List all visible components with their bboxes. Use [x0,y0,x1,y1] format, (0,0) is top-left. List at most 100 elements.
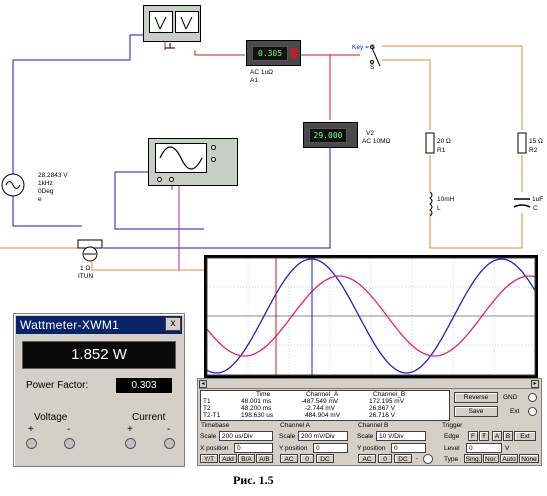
readout-diff-time: 198.630 us [241,412,274,419]
wattmeter-title: Wattmeter-XWM1 [20,318,120,332]
voltage-plus-terminal[interactable] [26,438,37,449]
capacitor-value: 1uF [532,196,544,203]
channel-b-minus-label: - [416,455,419,462]
trigger-normal-button[interactable]: Nor. [483,454,499,463]
readout-t2-label: T2 [203,405,211,412]
edge-rising-button[interactable]: Ŧ [479,431,489,441]
channel-a-dc-button[interactable]: DC [316,454,334,463]
channel-a-ypos-field[interactable]: 0 [313,443,348,453]
switch-key-label: Key = S [352,44,375,51]
timebase-scale-label: Scale [200,433,217,440]
r1-value: 20 Ω [437,138,451,145]
channel-b-title: Channel B [358,422,389,429]
trigger-single-button[interactable]: Sing. [464,454,482,463]
voltmeter[interactable]: 29.000 [303,122,358,148]
capacitor-name: C [533,205,538,212]
wattmeter-title-bar[interactable]: Wattmeter-XWM1 [16,316,182,334]
wattmeter-reading: 1.852 W [22,341,176,369]
voltage-plus-label: + [28,424,34,435]
trigger-level-label: Level [444,445,460,452]
trigger-source-ext-button[interactable]: Ext [514,431,536,441]
ammeter[interactable]: 0.305 [246,40,301,66]
trigger-level-field[interactable]: 0 [466,443,502,453]
osc-terminal-b[interactable] [169,177,174,182]
current-plus-terminal[interactable] [125,438,136,449]
figure-caption: Рис. 1.5 [233,473,274,487]
oscilloscope-mini-screen [155,143,207,173]
channel-b-zero-button[interactable]: 0 [378,454,392,463]
r2-value: 15 Ω [529,138,543,145]
channel-a-title: Channel A [280,422,310,429]
readout-t1-chb: 172.195 mV [369,398,405,405]
close-button[interactable]: x [165,317,181,331]
wattmeter-instrument[interactable] [143,5,201,42]
osc-terminal-t[interactable] [211,157,216,162]
readout-t1-cha: -487.549 mV [301,398,339,405]
power-factor-value: 0.303 [116,378,172,393]
mode-add-button[interactable]: Add [219,454,237,463]
ammeter-terminal [291,48,297,58]
cursor-readout: Time Channel_A Channel_B T1 48.001 ms -4… [200,390,450,421]
gnd-label: GND [503,394,518,401]
channel-a-ac-button[interactable]: AC [280,454,298,463]
voltmeter-display: 29.000 [309,128,347,143]
mode-ba-button[interactable]: B/A [238,454,255,463]
power-factor-label: Power Factor: [26,380,89,391]
ammeter-display: 0.305 [252,46,288,61]
channel-b-scale-field[interactable]: 10 V/Div [376,431,426,441]
timebase-title: Timebase [201,422,230,429]
trigger-auto-button[interactable]: Auto [500,454,518,463]
channel-a-zero-button[interactable]: 0 [300,454,314,463]
shunt-value: 1 Ω [80,265,91,272]
channel-a-scale-field[interactable]: 200 mV/Div [298,431,348,441]
oscilloscope-instrument[interactable] [148,138,238,186]
scope-screen-frame [204,255,538,378]
source-frequency: 1kHz [38,180,53,187]
timebase-scale-field[interactable]: 200 us/Div [219,431,273,441]
channel-a-scale-label: Scale [279,433,296,440]
channel-a-ypos-label: Y position [279,445,308,452]
trigger-source-b-button[interactable]: B [503,431,513,441]
ext-terminal[interactable] [528,407,537,416]
trigger-type-label: Type [444,456,459,463]
timebase-xpos-field[interactable]: 0 [234,443,273,453]
readout-t2-chb: 26.867 V [369,405,396,412]
channel-b-dc-button[interactable]: DC [394,454,412,463]
oscilloscope-controls: ◂ ▸ Time Channel_A Channel_B T1 48.001 m… [197,378,542,466]
trigger-none-button[interactable]: None [519,454,539,463]
mode-ab-button[interactable]: A/B [256,454,273,463]
channel-b-ypos-field[interactable]: 0 [391,443,426,453]
channel-b-minus-terminal[interactable] [423,454,433,464]
scroll-left-arrow[interactable]: ◂ [199,380,207,388]
trigger-edge-label: Edge [444,433,460,440]
edge-falling-button[interactable]: F [468,431,478,441]
osc-terminal-a[interactable] [157,177,162,182]
current-minus-label: - [167,424,171,435]
channel-b-scale-label: Scale [357,433,374,440]
ammeter-type-label: AC 1uΩ [250,69,273,76]
readout-t1-time: 48.001 ms [241,398,272,405]
save-button[interactable]: Save [454,406,498,417]
trigger-source-a-button[interactable]: A [492,431,502,441]
source-name: e [38,196,42,203]
mode-yt-button[interactable]: Y/T [200,454,218,463]
readout-t2-time: 48.200 ms [241,405,272,412]
channel-b-ac-button[interactable]: AC [358,454,376,463]
inductor-value: 10mH [437,196,455,203]
current-minus-terminal[interactable] [164,438,175,449]
readout-t1-label: T1 [203,398,211,405]
trigger-title: Trigger [442,422,463,429]
shunt-name: ITUN [78,273,94,280]
gnd-terminal[interactable] [528,393,537,402]
current-label: Current [132,412,166,423]
ext-label: Ext [510,408,520,415]
voltage-minus-terminal[interactable] [64,438,75,449]
voltage-label: Voltage [34,412,68,423]
scroll-right-arrow[interactable]: ▸ [531,380,539,388]
scope-scrollbar[interactable]: ◂ ▸ [199,380,539,389]
readout-t2-cha: -2.744 mV [305,405,335,412]
reverse-button[interactable]: Reverse [454,392,498,403]
osc-terminal-g[interactable] [211,145,216,150]
r1-name: R1 [437,147,446,154]
channel-b-ypos-label: Y position [357,445,386,452]
